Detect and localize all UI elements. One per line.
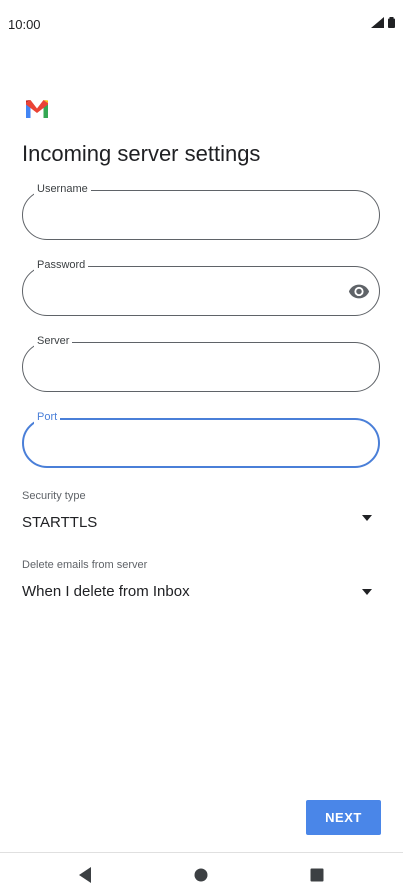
delete-emails-value[interactable]: When I delete from Inbox	[22, 583, 190, 600]
home-button[interactable]	[192, 866, 210, 884]
gmail-logo	[26, 100, 48, 118]
password-input[interactable]	[40, 280, 340, 302]
server-field[interactable]: Server	[22, 334, 380, 392]
home-icon	[194, 868, 208, 882]
status-time: 10:00	[8, 17, 41, 32]
chevron-down-icon[interactable]	[361, 514, 373, 522]
port-label: Port	[34, 410, 61, 424]
signal-icon	[371, 17, 384, 28]
status-icons	[371, 17, 395, 28]
username-input[interactable]	[40, 204, 340, 226]
username-field[interactable]: Username	[22, 182, 380, 240]
navigation-bar	[0, 852, 403, 896]
next-button[interactable]: NEXT	[306, 800, 381, 835]
port-field[interactable]: Port	[22, 410, 380, 468]
status-bar: 10:00	[0, 0, 403, 50]
security-type-value[interactable]: STARTTLS	[22, 514, 97, 531]
recents-icon	[310, 868, 324, 882]
server-label: Server	[34, 334, 73, 348]
password-field[interactable]: Password	[22, 258, 380, 316]
delete-emails-label: Delete emails from server	[22, 559, 148, 571]
battery-icon	[388, 17, 395, 28]
back-button[interactable]	[76, 866, 94, 884]
server-input[interactable]	[40, 356, 340, 378]
eye-icon[interactable]	[348, 280, 370, 302]
port-input[interactable]	[40, 432, 340, 454]
back-icon	[79, 867, 91, 883]
password-label: Password	[34, 258, 89, 272]
recents-button[interactable]	[308, 866, 326, 884]
security-type-label: Security type	[22, 490, 86, 502]
chevron-down-icon[interactable]	[361, 588, 373, 596]
username-label: Username	[34, 182, 91, 196]
page-title: Incoming server settings	[22, 141, 261, 166]
